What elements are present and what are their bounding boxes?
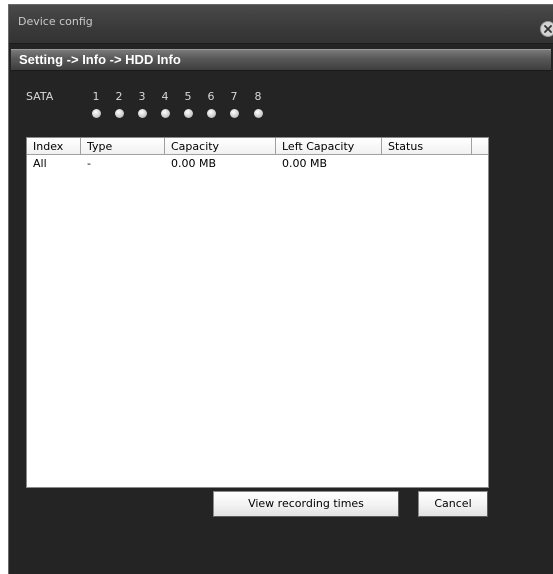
sata-port-6: 6 (204, 90, 218, 118)
sata-port-1: 1 (89, 90, 103, 118)
view-recording-times-button[interactable]: View recording times (213, 491, 399, 517)
sata-port-number: 6 (207, 90, 215, 103)
close-button[interactable] (540, 21, 553, 37)
led-indicator-icon (160, 109, 170, 118)
column-header-left-capacity[interactable]: Left Capacity (276, 138, 382, 155)
sata-port-number: 1 (92, 90, 100, 103)
sata-port-number: 3 (138, 90, 146, 103)
sata-port-5: 5 (181, 90, 195, 118)
table-header: Index Type Capacity Left Capacity Status (27, 138, 488, 155)
breadcrumb-text: Setting -> Info -> HDD Info (19, 52, 181, 67)
led-indicator-icon (206, 109, 216, 118)
cell-capacity: 0.00 MB (171, 157, 217, 170)
column-header-type[interactable]: Type (81, 138, 165, 155)
close-icon (544, 25, 552, 33)
cell-status (382, 156, 472, 171)
sata-port-7: 7 (227, 90, 241, 118)
sata-port-number: 2 (115, 90, 123, 103)
led-indicator-icon (114, 109, 124, 118)
column-header-capacity[interactable]: Capacity (165, 138, 276, 155)
column-header-index[interactable]: Index (27, 138, 81, 155)
cell-left-capacity: 0.00 MB (282, 157, 328, 170)
sata-label: SATA (26, 90, 54, 103)
sata-port-2: 2 (112, 90, 126, 118)
sata-port-number: 8 (254, 90, 262, 103)
hdd-info-table[interactable]: Index Type Capacity Left Capacity Status… (26, 137, 489, 488)
cell-index: All (33, 157, 47, 170)
sata-port-4: 4 (158, 90, 172, 118)
sata-port-number: 4 (161, 90, 169, 103)
column-header-status[interactable]: Status (382, 138, 472, 155)
led-indicator-icon (229, 109, 239, 118)
led-indicator-icon (137, 109, 147, 118)
breadcrumb: Setting -> Info -> HDD Info (11, 49, 551, 71)
sata-port-3: 3 (135, 90, 149, 118)
device-config-window: Device config Setting -> Info -> HDD Inf… (8, 4, 553, 574)
led-indicator-icon (91, 109, 101, 118)
led-indicator-icon (253, 109, 263, 118)
sata-port-8: 8 (251, 90, 265, 118)
column-header-filler (472, 138, 488, 155)
sata-port-number: 5 (184, 90, 192, 103)
window-title: Device config (18, 15, 93, 28)
cell-type: - (87, 157, 91, 170)
cancel-button[interactable]: Cancel (418, 491, 488, 517)
sata-port-number: 7 (230, 90, 238, 103)
led-indicator-icon (183, 109, 193, 118)
title-bar: Device config (9, 5, 553, 44)
